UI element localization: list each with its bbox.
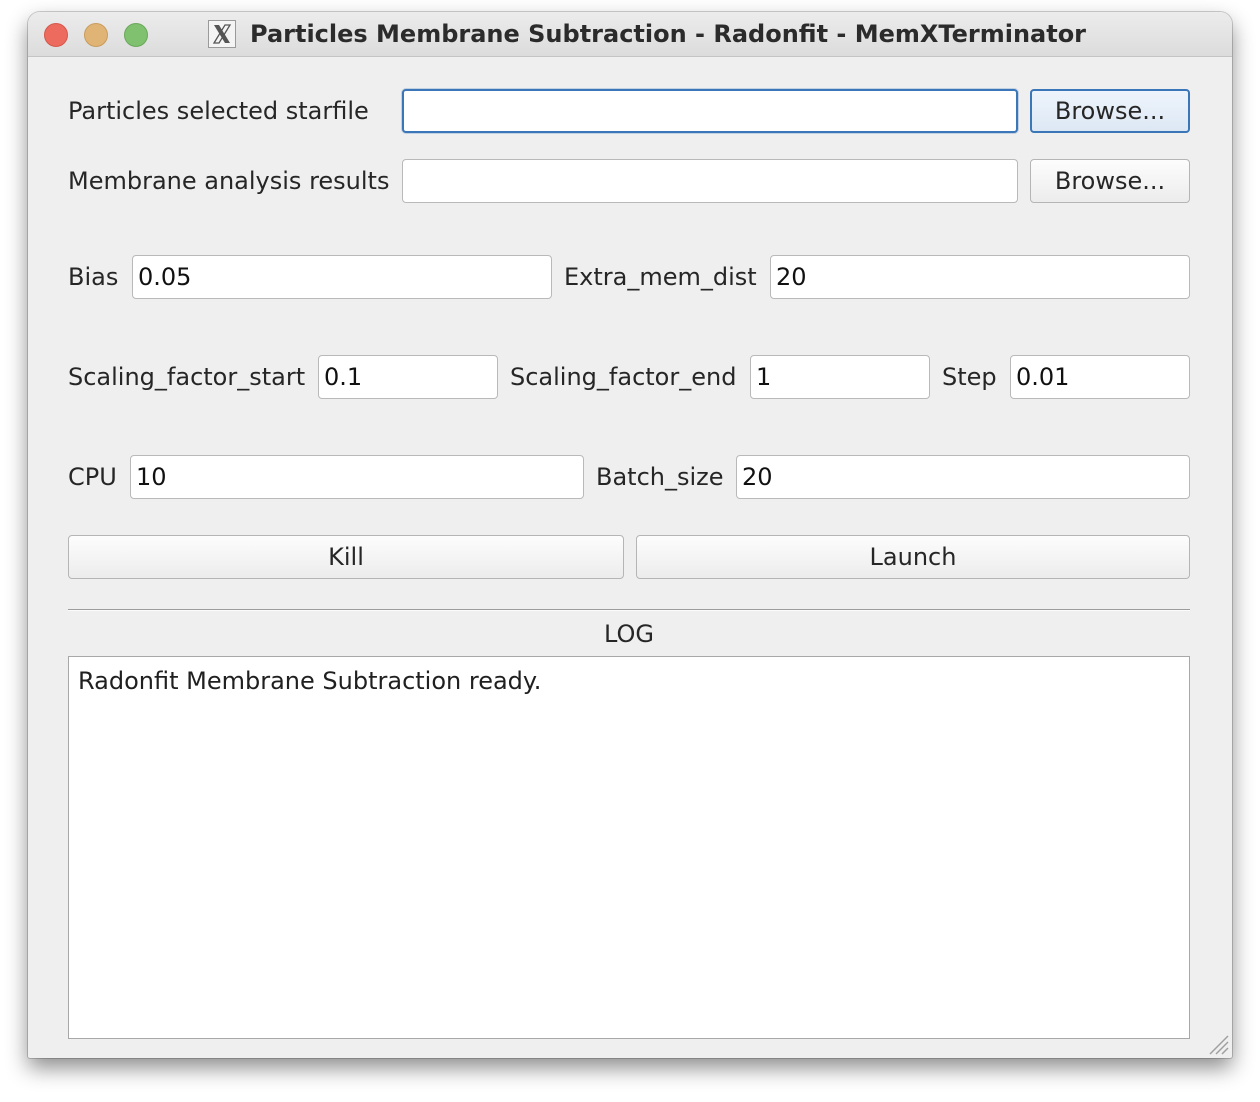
membrane-results-input[interactable] bbox=[402, 159, 1018, 203]
scaling-start-label: Scaling_factor_start bbox=[68, 363, 306, 391]
batch-size-input[interactable] bbox=[736, 455, 1190, 499]
cpu-input[interactable] bbox=[130, 455, 584, 499]
particles-starfile-input[interactable] bbox=[402, 89, 1018, 133]
x11-icon bbox=[208, 20, 236, 48]
membrane-browse-button[interactable]: Browse... bbox=[1030, 159, 1190, 203]
log-line: Radonfit Membrane Subtraction ready. bbox=[78, 667, 542, 695]
resize-grip-icon[interactable] bbox=[1202, 1028, 1230, 1056]
title-wrap: Particles Membrane Subtraction - Radonfi… bbox=[208, 12, 1086, 56]
step-label: Step bbox=[942, 363, 997, 391]
maximize-button[interactable] bbox=[124, 23, 148, 47]
window-title: Particles Membrane Subtraction - Radonfi… bbox=[250, 20, 1087, 48]
log-separator bbox=[68, 609, 1190, 611]
log-output[interactable]: Radonfit Membrane Subtraction ready. bbox=[68, 656, 1190, 1039]
close-button[interactable] bbox=[44, 23, 68, 47]
scaling-end-input[interactable] bbox=[750, 355, 930, 399]
batch-size-label: Batch_size bbox=[596, 463, 724, 491]
scaling-start-input[interactable] bbox=[318, 355, 498, 399]
step-input[interactable] bbox=[1010, 355, 1190, 399]
log-title: LOG bbox=[603, 620, 654, 648]
bias-input[interactable] bbox=[132, 255, 552, 299]
scaling-end-label: Scaling_factor_end bbox=[510, 363, 737, 391]
title-bar[interactable]: Particles Membrane Subtraction - Radonfi… bbox=[28, 12, 1232, 57]
app-window: Particles Membrane Subtraction - Radonfi… bbox=[28, 12, 1232, 1058]
extra-mem-dist-input[interactable] bbox=[770, 255, 1190, 299]
membrane-results-label: Membrane analysis results bbox=[68, 167, 390, 195]
particles-browse-button[interactable]: Browse... bbox=[1030, 89, 1190, 133]
cpu-label: CPU bbox=[68, 463, 117, 491]
extra-mem-dist-label: Extra_mem_dist bbox=[564, 263, 757, 291]
kill-button[interactable]: Kill bbox=[68, 535, 624, 579]
bias-label: Bias bbox=[68, 263, 119, 291]
minimize-button[interactable] bbox=[84, 23, 108, 47]
particles-starfile-label: Particles selected starfile bbox=[68, 97, 369, 125]
launch-button[interactable]: Launch bbox=[636, 535, 1190, 579]
